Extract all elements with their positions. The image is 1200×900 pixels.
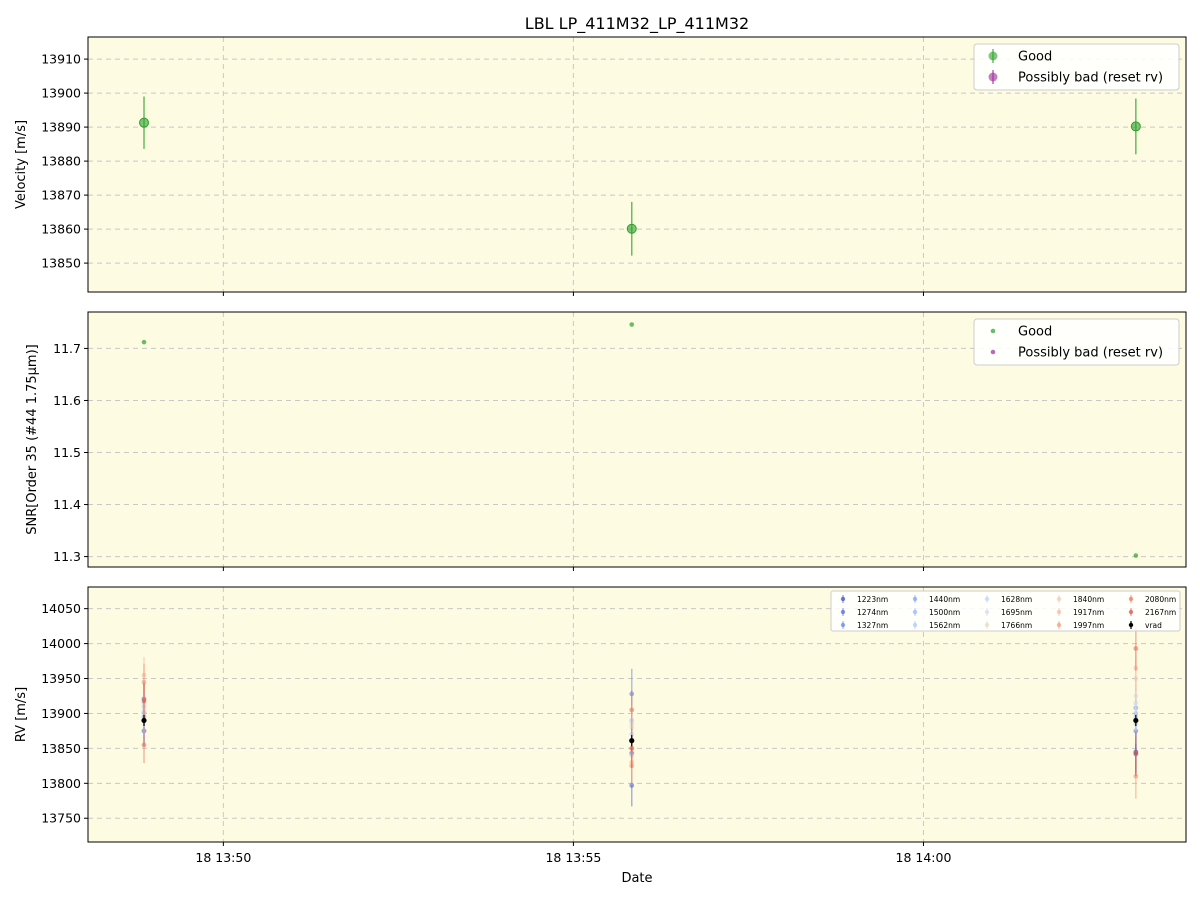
legend-marker [1056,596,1062,602]
x-tick-label: 18 13:55 [545,850,601,865]
panel-velocity: 13850 13860 13870 13880 13890 13900 13910 Veloc… [14,36,1187,296]
data-point [629,707,635,713]
y-tick-label: 14050 [41,601,81,616]
legend-label: 1628nm [1001,595,1032,604]
figure: LBL LP_411M32_LP_411M32 1385013860138701… [14,14,1187,886]
y-tick-label: 13860 [41,222,81,237]
data-point [629,738,635,744]
legend-label: 1274nm [857,608,888,617]
legend-marker [912,622,918,628]
y-tick-label: 13900 [41,706,81,721]
legend-label: 2167nm [1145,608,1176,617]
legend-label: Possibly bad (reset rv) [1018,346,1163,361]
x-axis-label: Date [621,871,652,886]
legend-label: Good [1018,50,1052,65]
legend-marker [1056,622,1062,628]
y-tick-label: 13800 [41,776,81,791]
data-point [141,698,147,704]
y-tick-label: 11.6 [53,393,81,408]
y-tick-label: 14000 [41,636,81,651]
y-tick-label: 11.7 [53,341,81,356]
legend-label: 1562nm [929,621,960,630]
y-tick-label: 13750 [41,811,81,826]
legend-marker [984,622,990,628]
data-point [139,117,150,128]
y-tick-label: 13850 [41,256,81,271]
legend-marker [912,596,918,602]
y-tick-label: 11.3 [53,549,81,564]
data-point [1133,553,1139,558]
data-point [1133,717,1139,724]
legend-label: 1223nm [857,595,888,604]
x-tick-label: 18 13:50 [195,850,251,865]
chart-title: LBL LP_411M32_LP_411M32 [525,14,749,34]
legend-label: 2080nm [1145,595,1176,604]
x-tick-label: 18 14:00 [896,850,952,865]
legend-marker [1128,596,1134,602]
legend: Good Possibly bad (reset rv) [973,318,1180,366]
legend-label: 1440nm [929,595,960,604]
data-point [1133,646,1139,651]
data-point [629,322,635,327]
data-point [626,223,637,234]
legend-marker [1128,609,1134,615]
legend-marker [1056,609,1062,615]
data-point [141,742,147,748]
y-axis-label: Velocity [m/s] [14,120,29,209]
y-axis-label: SNR[Order 35 (#44 1.75μm)] [25,344,40,535]
legend-label: Good [1018,325,1052,340]
legend-marker [840,596,846,602]
legend-label: 1500nm [929,608,960,617]
legend-marker [984,596,990,602]
y-tick-label: 13850 [41,741,81,756]
legend-marker [988,51,998,61]
y-tick-label: 11.5 [53,445,81,460]
legend: 1223nm 1274nm 1327nm 1440nm 1500nm 1562nm 1628… [830,590,1181,632]
y-tick-label: 13890 [41,120,81,135]
legend-marker [840,622,846,628]
legend-label: 1766nm [1001,621,1032,630]
panel-rv: 13750 13800 13850 13900 13950 14000 14050 18 13… [14,586,1187,865]
legend-marker [912,609,918,615]
y-tick-label: 13880 [41,154,81,169]
legend-marker [990,328,996,334]
y-axis-label: RV [m/s] [14,687,29,742]
legend-label: 1327nm [857,621,888,630]
data-point [141,717,147,724]
legend-marker [990,349,996,355]
y-tick-label: 13900 [41,86,81,101]
y-tick-label: 11.4 [53,497,81,512]
legend-label: vrad [1145,621,1162,630]
data-point [1130,121,1141,132]
legend: Good Possibly bad (reset rv) [973,43,1180,91]
panel-snr: 11.3 11.4 11.5 11.6 11.7 SNR[Order 35 (#44 1.… [25,311,1187,571]
data-point [141,339,147,345]
legend-label: 1695nm [1001,608,1032,617]
y-tick-label: 13870 [41,188,81,203]
legend-marker [840,609,846,615]
legend-label: 1840nm [1073,595,1104,604]
legend-label: 1997nm [1073,621,1104,630]
legend-marker [988,72,998,82]
y-tick-label: 13950 [41,671,81,686]
data-point [629,745,635,751]
panels: 13850 13860 13870 13880 13890 13900 13910 Veloc… [14,36,1187,865]
legend-label: 1917nm [1073,608,1104,617]
legend-marker [984,609,990,615]
y-tick-label: 13910 [41,52,81,67]
data-point [1133,750,1139,756]
legend-marker [1128,622,1134,628]
legend-label: Possibly bad (reset rv) [1018,71,1163,86]
